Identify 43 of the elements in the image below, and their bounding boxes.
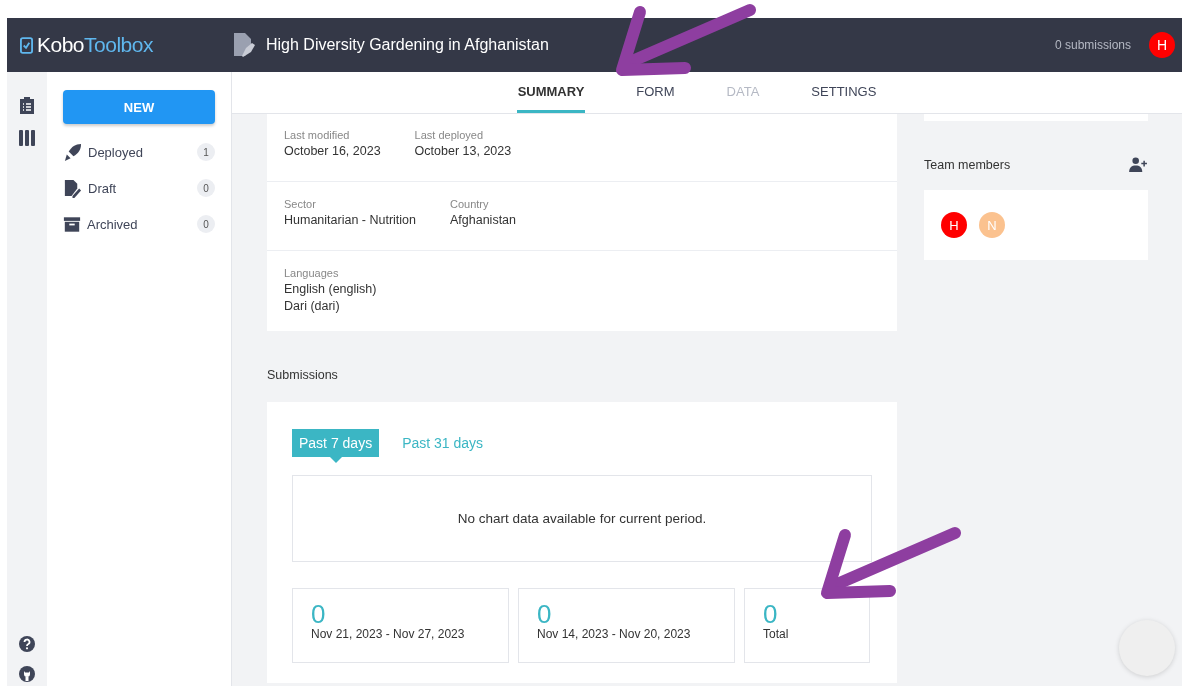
form-title[interactable]: High Diversity Gardening in Afghanistan (266, 36, 1055, 54)
sidebar-item[interactable]: Archived 0 (63, 206, 215, 242)
stat-number: 0 (763, 601, 779, 627)
field-label: Sector (284, 198, 317, 210)
field-value: October 16, 2023 (284, 144, 381, 158)
tab[interactable]: SETTINGS (810, 72, 878, 113)
logo-text[interactable]: KoboToolbox (37, 33, 153, 57)
user-avatar[interactable]: H (1149, 32, 1175, 58)
stat-label: Total (763, 627, 790, 641)
field-value: English (english) (284, 282, 377, 296)
count-badge: 0 (197, 215, 215, 233)
tab[interactable]: FORM (635, 72, 676, 113)
library-icon[interactable] (18, 128, 36, 146)
pointer-icon (329, 457, 342, 463)
archive-box-icon (63, 215, 81, 233)
count-badge: 0 (197, 179, 215, 197)
section-title: Submissions (267, 368, 339, 382)
add-user-icon[interactable] (1129, 157, 1148, 172)
stat-number: 0 (537, 601, 553, 627)
stat-number: 0 (311, 601, 327, 627)
stat-label: Nov 14, 2023 - Nov 20, 2023 (537, 627, 692, 641)
field-label: Last deployed (414, 129, 485, 141)
field-label: Languages (284, 267, 340, 279)
field-label: Country (450, 198, 490, 210)
submission-count: 0 submissions (1054, 38, 1131, 52)
sidebar-item[interactable]: Deployed 1 (63, 134, 215, 170)
field-label: Last modified (284, 129, 351, 141)
field-value: October 13, 2023 (414, 144, 512, 158)
empty-chart-message: No chart data available for current period. (457, 511, 707, 526)
clipboard-icon[interactable] (19, 96, 35, 114)
field-value: Afghanistan (450, 213, 517, 227)
field-value: Dari (dari) (284, 299, 341, 313)
document-rocket-icon (232, 32, 256, 58)
stat-label: Nov 21, 2023 - Nov 27, 2023 (311, 627, 466, 641)
section-title: Team members (924, 157, 1011, 172)
sidebar-item[interactable]: Draft 0 (63, 170, 215, 206)
member-avatar[interactable]: H (941, 212, 967, 238)
document-pencil-icon (63, 178, 82, 198)
rocket-icon (63, 142, 82, 162)
field-value: Humanitarian - Nutrition (284, 213, 416, 227)
help-icon[interactable] (19, 636, 35, 652)
logo-icon (20, 36, 33, 54)
count-badge: 1 (197, 143, 215, 161)
